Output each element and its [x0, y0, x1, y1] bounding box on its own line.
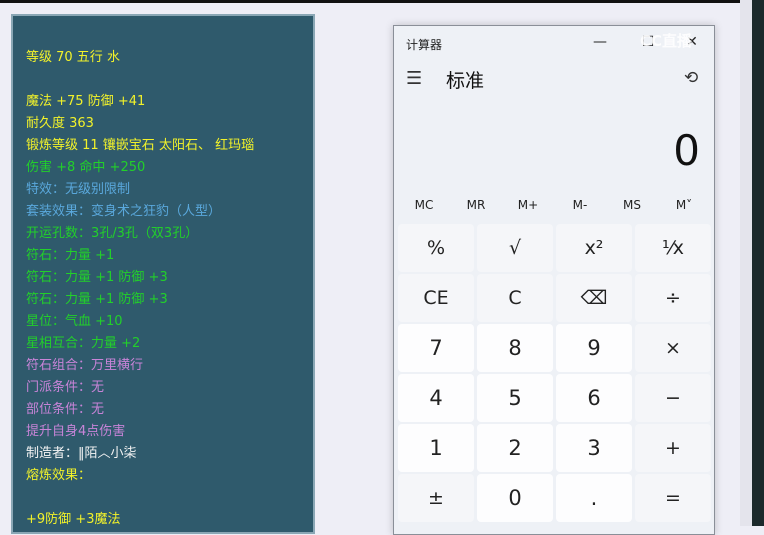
key-button[interactable]: 2	[477, 424, 553, 472]
key-button[interactable]: √	[477, 224, 553, 272]
item-attribute-line: 开运孔数：3孔/3孔（双3孔）	[26, 226, 199, 241]
item-attribute-line: 制造者：‖陌︿小柒	[26, 446, 137, 461]
item-tooltip-panel: 等级 70 五行 水魔法 +75 防御 +41 耐久度 363 锻炼等级 11 镶嵌…	[11, 14, 315, 534]
memory-button-m5[interactable]: M˅	[658, 198, 710, 212]
key-button[interactable]: 8	[477, 324, 553, 372]
item-attribute-line: 门派条件：无	[26, 380, 105, 395]
hamburger-menu-icon[interactable]: ☰	[406, 68, 422, 89]
key-button[interactable]: 1	[398, 424, 474, 472]
key-button[interactable]: x²	[556, 224, 632, 272]
key-button[interactable]: ⌫	[556, 274, 632, 322]
key-button[interactable]: .	[556, 474, 632, 522]
key-button[interactable]: CE	[398, 274, 474, 322]
key-button[interactable]: 3	[556, 424, 632, 472]
item-attribute-line: +9防御 +3魔法	[26, 512, 121, 527]
memory-button-mc0[interactable]: MC	[398, 198, 450, 212]
item-attribute-line: 套装效果：变身术之狂豹（人型）	[26, 204, 222, 219]
item-attribute-line: 符石：力量 +1	[26, 248, 115, 263]
item-attribute-line: 锻炼等级 11 镶嵌宝石 太阳石、 红玛瑙	[26, 138, 255, 153]
watermark: CC直播	[640, 32, 693, 50]
item-attribute-line: 星位：气血 +10	[26, 314, 123, 329]
item-attribute-line: 特效：无级别限制	[26, 182, 131, 197]
key-button[interactable]: ×	[635, 324, 711, 372]
background-edge	[752, 0, 764, 526]
history-icon[interactable]: ⟲	[684, 68, 698, 88]
mode-title: 标准	[446, 70, 485, 92]
item-attribute-line: 熔炼效果：	[26, 468, 92, 483]
item-attribute-line: 符石组合：万里横行	[26, 358, 144, 373]
key-button[interactable]: ¹⁄x	[635, 224, 711, 272]
key-button[interactable]: −	[635, 374, 711, 422]
calculator-window: 计算器 — ☐ ✕ ☰ 标准 ⟲ 0 MC MR M+ M- MS M˅ % √ x² ¹⁄x C…	[393, 25, 715, 535]
key-button[interactable]: ±	[398, 474, 474, 522]
item-attribute-line: 等级 70 五行 水	[26, 50, 120, 65]
memory-button-m3[interactable]: M-	[554, 198, 606, 212]
minimize-button[interactable]: —	[580, 30, 620, 54]
window-title: 计算器	[406, 38, 443, 52]
key-button[interactable]: 6	[556, 374, 632, 422]
item-attribute-line: 符石：力量 +1 防御 +3	[26, 292, 168, 307]
key-button[interactable]: 0	[477, 474, 553, 522]
item-attribute-line: 提升自身4点伤害	[26, 424, 126, 439]
key-button[interactable]: 5	[477, 374, 553, 422]
key-button[interactable]: 7	[398, 324, 474, 372]
item-attribute-line: 耐久度 363	[26, 116, 94, 131]
result-display: 0	[673, 126, 700, 175]
memory-button-m2[interactable]: M+	[502, 198, 554, 212]
key-button[interactable]: C	[477, 274, 553, 322]
item-attribute-line: 星相互合：力量 +2	[26, 336, 141, 351]
memory-button-ms4[interactable]: MS	[606, 198, 658, 212]
key-button[interactable]: +	[635, 424, 711, 472]
item-attribute-line: 魔法 +75 防御 +41	[26, 94, 146, 109]
key-button[interactable]: 4	[398, 374, 474, 422]
background-strip	[740, 0, 752, 526]
key-button[interactable]: 9	[556, 324, 632, 372]
item-attribute-line: 符石：力量 +1 防御 +3	[26, 270, 168, 285]
key-button[interactable]: %	[398, 224, 474, 272]
item-attribute-line: 部位条件：无	[26, 402, 105, 417]
top-border	[0, 0, 764, 3]
memory-button-mr1[interactable]: MR	[450, 198, 502, 212]
key-button[interactable]: =	[635, 474, 711, 522]
key-button[interactable]: ÷	[635, 274, 711, 322]
item-attribute-line: 伤害 +8 命中 +250	[26, 160, 146, 175]
